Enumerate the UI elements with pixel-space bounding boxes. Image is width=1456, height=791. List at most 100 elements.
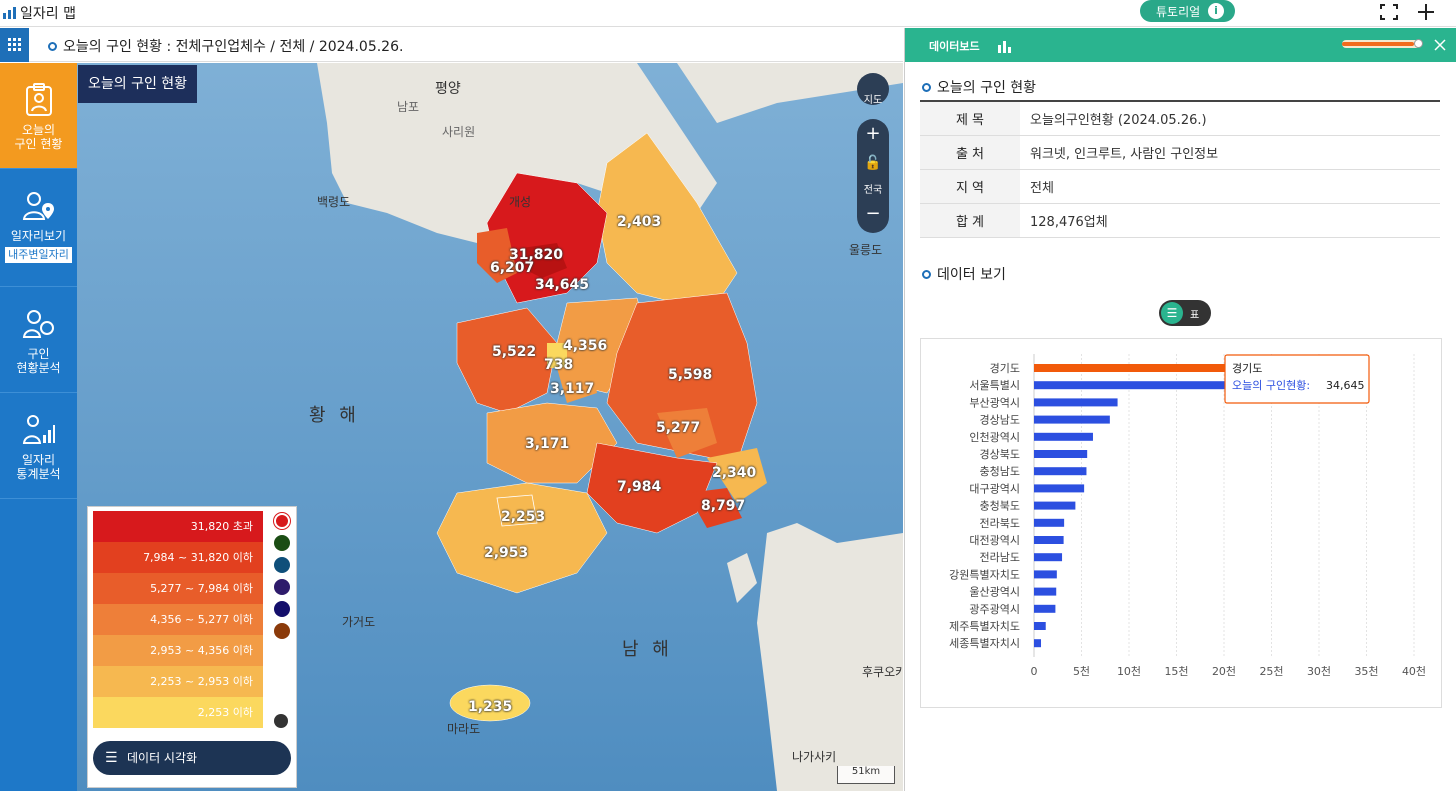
bar-chart-icon [3, 7, 16, 19]
legend-range: 2,253 이하 [93, 697, 263, 728]
zoom-in-icon[interactable]: + [857, 123, 889, 144]
category-label: 세종특별자치시 [949, 637, 1020, 650]
category-label: 충청남도 [980, 465, 1020, 478]
reset-palette-icon[interactable] [274, 714, 288, 728]
sea-label: 남 해 [622, 639, 673, 660]
bar-12 [1034, 570, 1057, 579]
place-label: 개성 [509, 195, 532, 209]
section-title-text: 데이터 보기 [937, 267, 1006, 283]
info-value: 128,476업체 [1020, 203, 1440, 238]
region-value-gyeonggi: 34,645 [535, 277, 590, 293]
sidebar-item-job-view[interactable]: 일자리보기 내주변일자리 [0, 169, 77, 287]
sidebar-item-job-analysis[interactable]: 구인 현황분석 [0, 287, 77, 393]
legend-range: 2,953 ~ 4,356 이하 [93, 635, 263, 666]
chart-table-toggle[interactable]: ☰ 표 [1159, 300, 1211, 326]
info-value: 전체 [1020, 169, 1440, 204]
bar-6 [1034, 467, 1087, 476]
palette-green[interactable] [274, 535, 290, 551]
x-tick-label: 35천 [1354, 664, 1378, 678]
legend-range: 7,984 ~ 31,820 이하 [93, 542, 263, 573]
sidebar-item-label: 구인 [27, 347, 50, 361]
region-value-busan: 8,797 [701, 498, 746, 514]
breadcrumb-bar: 오늘의 구인 현황 : 전체구인업체수 / 전체 / 2024.05.26. [0, 28, 903, 62]
zoom-out-icon[interactable]: − [857, 203, 889, 224]
nationwide-label[interactable]: 전국 [857, 181, 889, 196]
table-row: 출 처 워크넷, 인크루트, 사람인 구인정보 [920, 135, 1440, 170]
fullscreen-icon[interactable] [1378, 2, 1400, 22]
sidebar-item-label: 일자리 [21, 453, 56, 467]
place-label: 울릉도 [849, 243, 883, 257]
plus-icon[interactable] [1415, 2, 1437, 22]
region-value-daegu: 5,277 [656, 420, 701, 436]
category-label: 전라북도 [980, 517, 1020, 530]
place-label: 가거도 [342, 615, 376, 629]
zoom-control: + 🔓 전국 − [857, 119, 889, 233]
tooltip-series: 오늘의 구인현황: [1232, 379, 1310, 392]
sea-label: 황 해 [309, 405, 360, 426]
place-label: 평양 [435, 81, 461, 97]
bar-3 [1034, 415, 1110, 424]
info-value: 오늘의구인현황 (2024.05.26.) [1020, 101, 1440, 136]
sidebar-item-job-stats[interactable]: 일자리 통계분석 [0, 393, 77, 499]
bar-10 [1034, 536, 1064, 544]
map-view[interactable]: 오늘의 구인 현황 지도 + 🔓 전국 − 평양 남포 사리원 개성 백령도 울… [77, 63, 903, 791]
menu-grid-icon[interactable] [0, 28, 29, 62]
place-label: 나가사키 [792, 750, 837, 764]
map-title: 오늘의 구인 현황 [78, 65, 198, 103]
tooltip-value: 34,645 [1326, 379, 1365, 392]
category-label: 경기도 [990, 362, 1020, 375]
place-label: 마라도 [447, 722, 481, 736]
region-value-incheon: 6,207 [490, 260, 535, 276]
dashboard-tab[interactable]: 데이터보드 [929, 38, 980, 54]
section-title-data: 데이터 보기 [922, 264, 1006, 284]
palette-blue[interactable] [274, 557, 290, 573]
info-key: 합 계 [920, 203, 1020, 238]
data-visualization-button[interactable]: ☰ 데이터 시각화 [93, 741, 291, 775]
close-icon[interactable] [1433, 38, 1447, 52]
info-icon: i [1208, 3, 1224, 19]
globe-label: 지도 [863, 95, 883, 106]
list-icon: ☰ [105, 750, 118, 766]
lock-icon[interactable]: 🔓 [857, 155, 889, 171]
sidebar-item-label: 일자리보기 [10, 229, 67, 243]
region-value-ulsan: 2,340 [712, 465, 757, 481]
category-label: 대구광역시 [969, 482, 1020, 495]
category-label: 경상북도 [980, 448, 1020, 461]
table-row: 지 역 전체 [920, 169, 1440, 204]
nearby-jobs-badge[interactable]: 내주변일자리 [5, 247, 72, 263]
x-tick-label: 20천 [1212, 664, 1236, 678]
panel-opacity-slider[interactable] [1342, 39, 1423, 48]
region-value-jeonbuk: 3,171 [525, 436, 570, 452]
sidebar-item-today-jobs[interactable]: 오늘의 구인 현황 [0, 63, 77, 169]
region-value-gyeongbuk: 5,598 [668, 367, 713, 383]
bar-chart-svg: 0 5천 10천 15천 20천 25천 30천 35천 40천 경기도서울특별시부산광역시경상남… [949, 354, 1426, 678]
bar-chart: 0 5천 10천 15천 20천 25천 30천 35천 40천 경기도 서울특별시 부산광역시 경상남… [920, 338, 1442, 708]
region-value-jeonnam: 2,953 [484, 545, 529, 561]
x-tick-label: 25천 [1259, 664, 1283, 678]
palette-navy[interactable] [274, 601, 290, 617]
breadcrumb-text: 오늘의 구인 현황 : 전체구인업체수 / 전체 / 2024.05.26. [63, 39, 404, 55]
bar-9 [1034, 518, 1065, 527]
palette-brown[interactable] [274, 623, 290, 639]
chart-view-icon[interactable]: ☰ [1161, 302, 1183, 324]
x-tick-label: 0 [1031, 665, 1038, 678]
region-value-jeju: 1,235 [468, 699, 513, 715]
category-label: 서울특별시 [969, 379, 1020, 392]
bar-14 [1034, 604, 1056, 613]
globe-map-button[interactable]: 지도 [857, 73, 889, 106]
bar-7 [1034, 484, 1085, 493]
place-label: 남포 [397, 100, 420, 114]
bar-16 [1034, 639, 1042, 648]
tutorial-button[interactable]: 튜토리얼 i [1140, 0, 1235, 22]
palette-red-selected[interactable] [274, 513, 290, 529]
sidebar-item-label: 구인 현황 [14, 137, 63, 151]
region-value-chungnam: 5,522 [492, 344, 537, 360]
info-value: 워크넷, 인크루트, 사람인 구인정보 [1020, 135, 1440, 170]
legend-range: 5,277 ~ 7,984 이하 [93, 573, 263, 604]
palette-purple[interactable] [274, 579, 290, 595]
table-view-label[interactable]: 표 [1190, 306, 1199, 321]
x-tick-label: 15천 [1164, 664, 1188, 678]
sidebar-item-label: 통계분석 [16, 467, 61, 481]
info-table: 제 목 오늘의구인현황 (2024.05.26.) 출 처 워크넷, 인크루트, 사… [920, 100, 1440, 238]
bar-8 [1034, 501, 1076, 510]
